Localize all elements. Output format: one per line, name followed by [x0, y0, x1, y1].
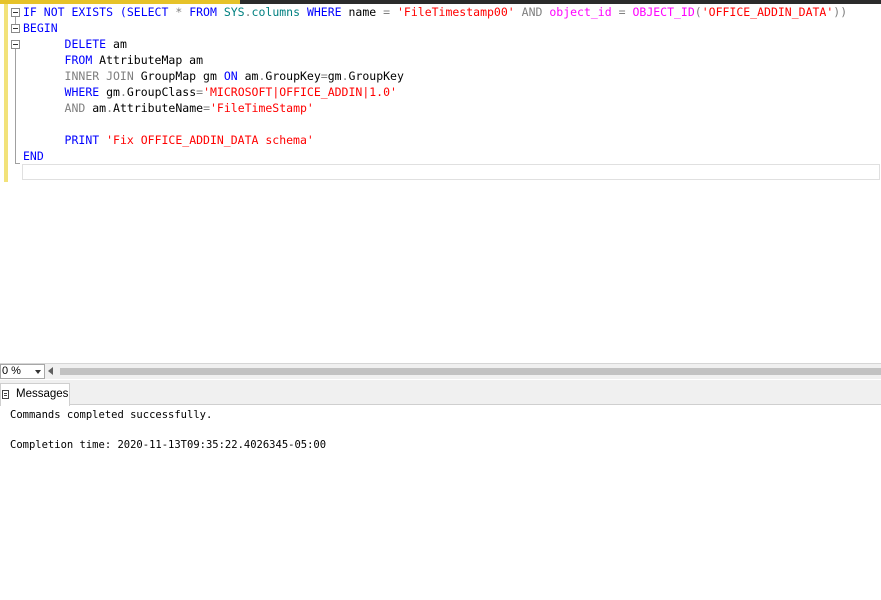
code-token: .	[244, 5, 252, 19]
code-token: AttributeName	[113, 101, 204, 115]
code-token: .	[119, 85, 127, 99]
code-token: INNER JOIN	[64, 69, 134, 83]
code-token: 'Fix OFFICE_ADDIN_DATA schema'	[106, 133, 314, 147]
code-line[interactable]	[23, 116, 878, 132]
message-icon	[2, 390, 9, 399]
code-token: GroupMap gm	[133, 69, 224, 83]
code-token: FROM	[189, 5, 217, 19]
code-token: columns	[251, 5, 301, 19]
code-token: GroupKey	[265, 69, 321, 83]
tab-messages-label: Messages	[16, 388, 69, 400]
code-token: PRINT	[64, 133, 100, 147]
code-line[interactable]: BEGIN	[23, 20, 878, 36]
zoom-dropdown[interactable]: 0 %	[0, 364, 45, 379]
message-line	[10, 423, 326, 438]
fold-guide	[15, 49, 16, 163]
code-line[interactable]: AND am.AttributeName='FileTimeStamp'	[23, 100, 878, 116]
code-line[interactable]: INNER JOIN GroupMap gm ON am.GroupKey=gm…	[23, 68, 878, 84]
code-token: END	[23, 149, 44, 163]
results-pane: Messages Commands completed successfully…	[0, 380, 881, 600]
code-line[interactable]: WHERE gm.GroupClass='MICROSOFT|OFFICE_AD…	[23, 84, 878, 100]
message-line: Commands completed successfully.	[10, 409, 213, 421]
fold-toggle-icon[interactable]	[11, 24, 20, 33]
code-line[interactable]: PRINT 'Fix OFFICE_ADDIN_DATA schema'	[23, 132, 878, 148]
sql-code[interactable]: IF NOT EXISTS (SELECT * FROM SYS.columns…	[23, 4, 878, 180]
scroll-left-arrow-icon[interactable]	[48, 367, 53, 375]
code-token: gm	[327, 69, 342, 83]
messages-output: Commands completed successfully. Completi…	[10, 408, 326, 453]
fold-guide-end	[15, 163, 20, 164]
code-token: BEGIN	[23, 21, 58, 35]
code-token: 'MICROSOFT|OFFICE_ADDIN|1.0'	[203, 85, 397, 99]
code-line[interactable]: DELETE am	[23, 36, 878, 52]
code-token: object_id	[542, 5, 619, 19]
results-tabstrip: Messages	[0, 380, 881, 406]
code-token: FROM	[64, 53, 93, 67]
code-token: *	[168, 5, 190, 19]
code-token: =	[618, 5, 626, 19]
code-token: =	[320, 69, 328, 83]
message-line: Completion time: 2020-11-13T09:35:22.402…	[10, 439, 327, 451]
query-editor[interactable]: IF NOT EXISTS (SELECT * FROM SYS.columns…	[0, 4, 881, 364]
code-token: name	[341, 5, 384, 19]
code-token: 'FileTimestamp00'	[397, 5, 515, 19]
code-token: AND	[521, 5, 543, 19]
code-token: am	[106, 37, 127, 51]
fold-toggle-icon[interactable]	[11, 8, 20, 17]
code-token: OBJECT_ID	[632, 5, 695, 19]
code-token: ))	[833, 5, 848, 19]
code-token: GroupKey	[348, 69, 404, 83]
editor-bottom-bar: 0 %	[0, 363, 881, 379]
zoom-value: 0 %	[2, 365, 21, 377]
code-token: (	[694, 5, 702, 19]
fold-guide	[15, 17, 16, 24]
code-token: 'FileTimeStamp'	[210, 101, 314, 115]
code-token: SYS	[223, 5, 245, 19]
change-marker-bar	[4, 4, 8, 182]
code-token: am	[237, 69, 259, 83]
code-token: AttributeMap am	[92, 53, 204, 67]
code-token: .	[341, 69, 349, 83]
code-token: =	[203, 101, 210, 115]
code-token: ON	[223, 69, 238, 83]
code-token: SELECT	[126, 5, 169, 19]
code-line[interactable]: FROM AttributeMap am	[23, 52, 878, 68]
code-token: WHERE	[306, 5, 342, 19]
code-line[interactable]: IF NOT EXISTS (SELECT * FROM SYS.columns…	[23, 4, 878, 20]
fold-toggle-icon[interactable]	[11, 40, 20, 49]
code-token: 'OFFICE_ADDIN_DATA'	[701, 5, 834, 19]
code-token: gm	[99, 85, 120, 99]
code-token: am	[85, 101, 107, 115]
code-token: .	[106, 101, 114, 115]
code-token: DELETE	[64, 37, 107, 51]
tab-messages[interactable]: Messages	[0, 383, 70, 406]
code-token: IF NOT EXISTS (	[23, 5, 127, 19]
chevron-down-icon	[35, 370, 41, 374]
code-token: WHERE	[64, 85, 100, 99]
code-line[interactable]: END	[23, 148, 878, 164]
code-token: GroupClass	[126, 85, 197, 99]
code-token: AND	[64, 101, 86, 115]
horizontal-scrollbar[interactable]	[60, 368, 881, 375]
code-line[interactable]	[23, 164, 878, 180]
